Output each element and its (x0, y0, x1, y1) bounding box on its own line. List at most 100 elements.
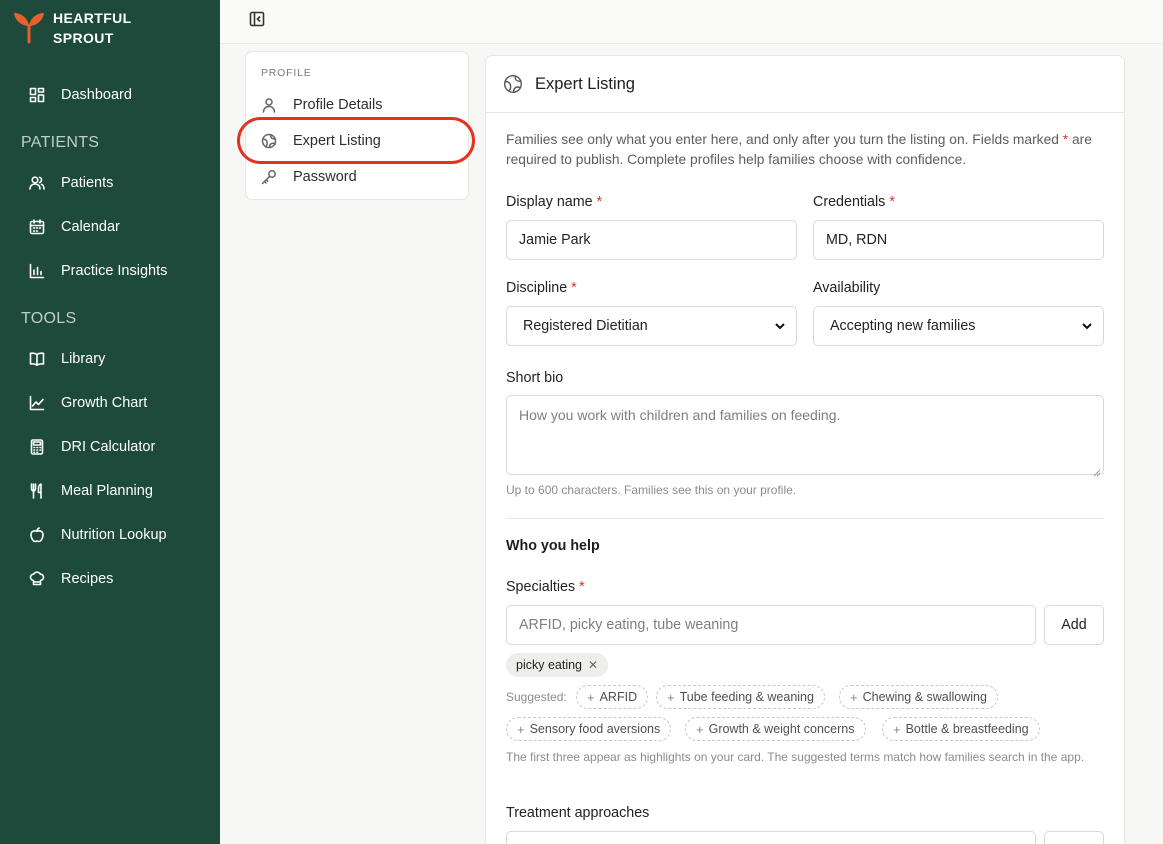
required-marker: * (889, 194, 895, 210)
display-name-value: Jamie Park (519, 232, 591, 248)
specialties-placeholder: ARFID, picky eating, tube weaning (519, 617, 739, 633)
sidebar-item-label: Library (61, 351, 106, 367)
brand[interactable]: HEARTFUL SPROUT (12, 8, 132, 49)
suggestion-chip[interactable]: + Tube feeding & weaning (656, 685, 825, 709)
plus-icon: + (893, 721, 901, 737)
bio-textarea[interactable]: How you work with children and families … (506, 395, 1104, 477)
specialties-help: The first three appear as highlights on … (506, 750, 1085, 764)
field-label-text: Discipline (506, 280, 568, 296)
required-marker: * (1062, 132, 1069, 147)
brand-name: HEARTFUL SPROUT (53, 8, 132, 48)
sidebar-collapse-icon[interactable] (249, 11, 265, 27)
treatment-label: Treatment approaches (506, 805, 650, 821)
brand-line-1: HEARTFUL (53, 10, 132, 26)
chip-label: Bottle & breastfeeding (905, 722, 1029, 736)
chip-label: Tube feeding & weaning (679, 690, 814, 704)
profile-nav-item-password[interactable]: Password (246, 162, 468, 192)
globe-icon (503, 74, 523, 94)
specialties-input[interactable]: ARFID, picky eating, tube weaning (506, 605, 1036, 645)
chip-label: Chewing & swallowing (862, 690, 987, 704)
sidebar-item-label: Practice Insights (61, 263, 168, 279)
sidebar-item-practice-insights[interactable]: Practice Insights (0, 253, 220, 289)
plus-icon: + (850, 689, 858, 705)
sidebar-item-recipes[interactable]: Recipes (0, 561, 220, 597)
discipline-value: Registered Dietitian (523, 318, 648, 334)
plus-icon: + (517, 721, 525, 737)
sidebar-item-label: Recipes (61, 571, 114, 587)
field-label-text: Display name (506, 194, 593, 210)
required-marker: * (579, 579, 585, 595)
card-header: Expert Listing (486, 56, 1124, 113)
top-bar (220, 0, 1163, 44)
sprout-icon (12, 8, 46, 49)
availability-label: Availability (813, 280, 881, 296)
suggestion-chip[interactable]: + Sensory food aversions (506, 717, 672, 741)
field-label-text: Specialties (506, 579, 576, 595)
availability-select[interactable]: Accepting new families (813, 306, 1104, 346)
specialty-tag[interactable]: picky eating ✕ (506, 653, 609, 677)
sidebar-item-label: Nutrition Lookup (61, 527, 167, 543)
required-marker: * (571, 280, 577, 296)
brand-line-2: SPROUT (53, 30, 114, 46)
plus-icon: + (587, 689, 595, 705)
suggestion-chip[interactable]: + ARFID (576, 685, 649, 709)
profile-nav-heading: PROFILE (261, 67, 312, 79)
sidebar-item-label: Meal Planning (61, 483, 153, 499)
sidebar-item-growth-chart[interactable]: Growth Chart (0, 385, 220, 421)
field-label-text: Credentials (813, 194, 886, 210)
sidebar-item-library[interactable]: Library (0, 341, 220, 377)
add-treatment-button[interactable] (1044, 831, 1104, 844)
discipline-select[interactable]: Registered Dietitian (506, 306, 797, 346)
sidebar-item-patients[interactable]: Patients (0, 165, 220, 201)
credentials-value: MD, RDN (826, 232, 888, 248)
specialties-label: Specialties * (506, 579, 585, 595)
display-name-input[interactable]: Jamie Park (506, 220, 797, 260)
suggestion-chip[interactable]: + Chewing & swallowing (839, 685, 998, 709)
bio-placeholder: How you work with children and families … (519, 407, 841, 423)
sidebar-item-calendar[interactable]: Calendar (0, 209, 220, 245)
sidebar-item-label: Patients (61, 175, 114, 191)
profile-nav-item-profile-details[interactable]: Profile Details (246, 90, 468, 120)
discipline-label: Discipline * (506, 280, 577, 296)
suggestion-chip[interactable]: + Bottle & breastfeeding (882, 717, 1040, 741)
page-title: Expert Listing (535, 74, 635, 93)
section-patients: PATIENTS (21, 134, 100, 151)
dashboard-icon (29, 87, 45, 103)
chip-label: ARFID (599, 690, 638, 704)
sidebar-item-nutrition-lookup[interactable]: Nutrition Lookup (0, 517, 220, 553)
required-marker: * (596, 194, 603, 210)
bio-help: Up to 600 characters. Families see this … (506, 483, 797, 497)
utensils-icon (29, 483, 45, 499)
section-title-who-you-help: Who you help (506, 538, 600, 554)
chip-label: Growth & weight concerns (708, 722, 855, 736)
suggested-label: Suggested: (506, 690, 567, 704)
profile-nav-label: Password (293, 169, 357, 185)
plus-icon: + (667, 689, 675, 705)
profile-nav-item-expert-listing[interactable]: Expert Listing (246, 126, 468, 156)
sidebar-item-label: Dashboard (61, 87, 132, 103)
sidebar-item-dri-calculator[interactable]: DRI Calculator (0, 429, 220, 465)
resize-grip-icon[interactable] (1093, 464, 1101, 477)
treatment-input[interactable] (506, 831, 1036, 844)
sidebar-item-label: Growth Chart (61, 395, 148, 411)
users-icon (29, 175, 45, 191)
apple-icon (29, 527, 45, 543)
expert-listing-card: Expert Listing Families see only what yo… (485, 55, 1125, 844)
close-icon[interactable]: ✕ (588, 658, 598, 672)
chevron-down-icon (774, 320, 786, 332)
section-tools: TOOLS (21, 310, 77, 327)
sidebar-item-dashboard[interactable]: Dashboard (0, 77, 220, 113)
credentials-label: Credentials * (813, 194, 895, 210)
sidebar-item-meal-planning[interactable]: Meal Planning (0, 473, 220, 509)
chef-hat-icon (29, 571, 45, 587)
sidebar: HEARTFUL SPROUT Dashboard PATIENTS Patie… (0, 0, 220, 844)
add-specialty-button[interactable]: Add (1044, 605, 1104, 645)
specialty-tag-label: picky eating (516, 658, 583, 672)
credentials-input[interactable]: MD, RDN (813, 220, 1104, 260)
bio-label: Short bio (506, 370, 564, 386)
globe-icon (261, 133, 277, 149)
sidebar-item-label: Calendar (61, 219, 120, 235)
plus-icon: + (696, 721, 704, 737)
suggestion-chip[interactable]: + Growth & weight concerns (685, 717, 866, 741)
divider (506, 518, 1104, 519)
